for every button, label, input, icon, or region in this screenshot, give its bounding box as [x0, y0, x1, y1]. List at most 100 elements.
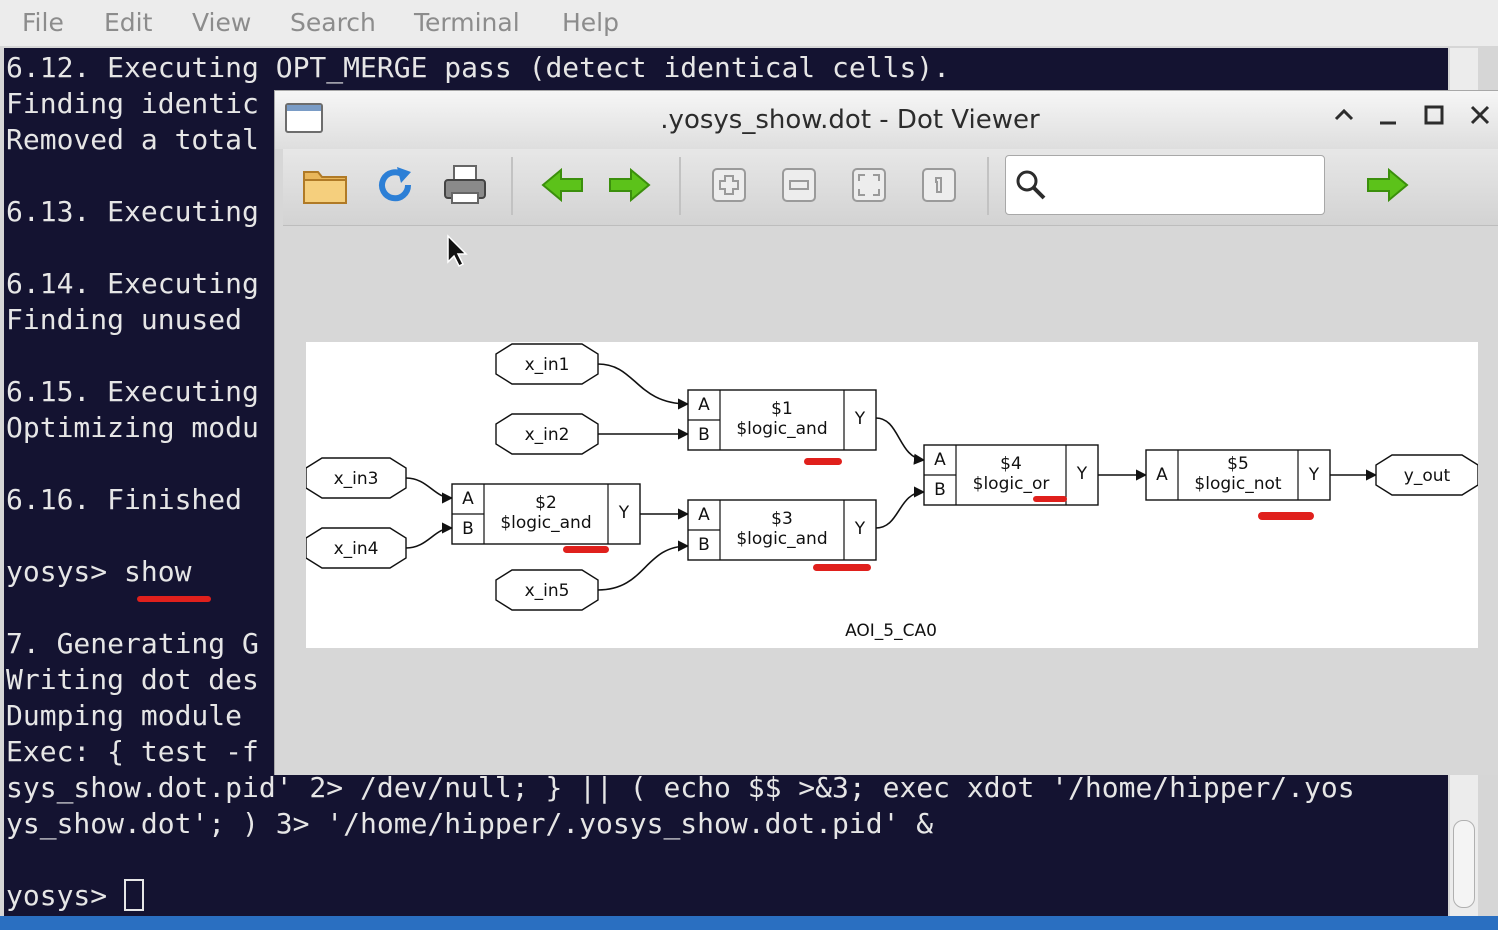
terminal-line: Exec: { test -f [6, 735, 259, 768]
terminal-line: 6.12. Executing OPT_MERGE pass (detect i… [6, 51, 951, 84]
port-label: x_in4 [334, 539, 379, 559]
terminal-line: Writing dot des [6, 663, 259, 696]
viewer-toolbar [283, 149, 1498, 226]
zoom-out-button[interactable] [769, 155, 829, 215]
viewer-titlebar[interactable]: .yosys_show.dot - Dot Viewer [275, 91, 1498, 149]
graph-canvas[interactable]: x_in1 x_in2 x_in3 x_in4 x_in5 y_out A B … [305, 342, 1479, 648]
cell-2[interactable]: A B $2 $logic_and Y [451, 483, 641, 545]
edge [597, 363, 690, 410]
mouse-pointer-icon [447, 234, 468, 268]
edge [405, 522, 454, 549]
port-label: x_in2 [525, 425, 570, 445]
search-input[interactable] [1005, 155, 1325, 215]
cell-port-y: Y [854, 519, 866, 539]
chevron-up-icon [1334, 108, 1354, 121]
back-button[interactable] [533, 155, 593, 215]
cell-port-b: B [934, 480, 946, 500]
edge [875, 486, 926, 529]
reload-button[interactable] [365, 155, 425, 215]
forward-arrow-icon [609, 167, 651, 203]
port-label: x_in5 [525, 581, 570, 601]
window-bottom-border [0, 916, 1498, 930]
terminal-prompt: yosys> [6, 879, 125, 912]
close-button[interactable] [1463, 103, 1497, 133]
terminal-line: Finding unused [6, 303, 243, 336]
scrollbar-thumb[interactable] [1453, 820, 1475, 908]
back-arrow-icon [541, 167, 583, 203]
terminal-line: 7. Generating G [6, 627, 259, 660]
terminal-cursor [124, 879, 145, 911]
find-next-icon [1367, 167, 1409, 203]
terminal-line: Finding identic [6, 87, 259, 120]
cell-3[interactable]: A B $3 $logic_and Y [687, 499, 877, 561]
annotation-underline [1258, 512, 1314, 520]
toolbar-separator [511, 157, 513, 215]
close-icon [1470, 105, 1490, 125]
toolbar-separator [987, 157, 989, 215]
folder-open-icon [303, 171, 347, 204]
terminal-line: yosys> show [6, 555, 192, 588]
cell-1[interactable]: A B $1 $logic_and Y [687, 389, 877, 451]
zoom-100-button[interactable] [909, 155, 969, 215]
port-label: x_in1 [525, 355, 570, 375]
cell-type: $logic_and [500, 513, 591, 533]
search-icon [1016, 170, 1046, 200]
annotation-underline [1033, 496, 1067, 502]
cell-id: $3 [771, 509, 793, 529]
port-label: y_out [1404, 466, 1451, 486]
graph-caption: AOI_5_CA0 [845, 621, 937, 641]
cell-port-y: Y [1308, 465, 1320, 485]
window-shade-button[interactable] [1327, 103, 1361, 133]
port-label: x_in3 [334, 469, 379, 489]
cell-type: $logic_and [736, 419, 827, 439]
toolbar-separator [679, 157, 681, 215]
terminal-line: sys_show.dot.pid' 2> /dev/null; } || ( e… [6, 771, 1355, 804]
find-next-button[interactable] [1357, 155, 1417, 215]
app-window-icon [285, 103, 323, 133]
terminal-prompt-line: yosys> [6, 878, 145, 914]
menu-edit[interactable]: Edit [104, 8, 152, 37]
netlist-graph[interactable]: x_in1 x_in2 x_in3 x_in4 x_in5 y_out A B … [305, 342, 1479, 648]
cell-id: $5 [1227, 454, 1249, 474]
zoom-100-icon [922, 168, 956, 202]
menu-terminal[interactable]: Terminal [414, 8, 520, 37]
cell-type: $logic_not [1194, 474, 1281, 494]
zoom-out-icon [782, 168, 816, 202]
terminal-line: Removed a total [6, 123, 259, 156]
terminal-line: 6.16. Finished [6, 483, 243, 516]
maximize-button[interactable] [1417, 103, 1451, 133]
terminal-menubar: File Edit View Search Terminal Help [0, 0, 1498, 46]
maximize-icon [1424, 105, 1444, 125]
terminal-line: 6.14. Executing [6, 267, 259, 300]
open-button[interactable] [295, 155, 355, 215]
edge [405, 477, 454, 504]
minimize-icon [1380, 121, 1396, 125]
menu-help[interactable]: Help [562, 8, 619, 37]
terminal-line: 6.15. Executing [6, 375, 259, 408]
print-icon [444, 165, 486, 204]
minimize-button[interactable] [1371, 103, 1405, 133]
print-button[interactable] [435, 155, 495, 215]
edge [875, 417, 926, 465]
zoom-in-button[interactable] [699, 155, 759, 215]
cell-5[interactable]: A $5 $logic_not Y [1145, 449, 1331, 501]
cell-id: $1 [771, 399, 793, 419]
menu-view[interactable]: View [192, 8, 251, 37]
cell-port-b: B [698, 425, 710, 445]
menu-file[interactable]: File [22, 8, 64, 37]
annotation-underline [137, 596, 211, 602]
terminal-line: Dumping module [6, 699, 243, 732]
cell-port-a: A [934, 450, 946, 470]
zoom-fit-icon [852, 168, 886, 202]
cell-4[interactable]: A B $4 $logic_or Y [923, 444, 1099, 506]
annotation-underline [804, 458, 842, 465]
cell-port-y: Y [854, 409, 866, 429]
menu-search[interactable]: Search [290, 8, 376, 37]
zoom-in-icon [712, 168, 746, 202]
reload-icon [379, 167, 412, 202]
forward-button[interactable] [599, 155, 659, 215]
cell-port-b: B [462, 519, 474, 539]
zoom-fit-button[interactable] [839, 155, 899, 215]
terminal-line: ys_show.dot'; ) 3> '/home/hipper/.yosys_… [6, 807, 934, 840]
cell-id: $2 [535, 493, 557, 513]
